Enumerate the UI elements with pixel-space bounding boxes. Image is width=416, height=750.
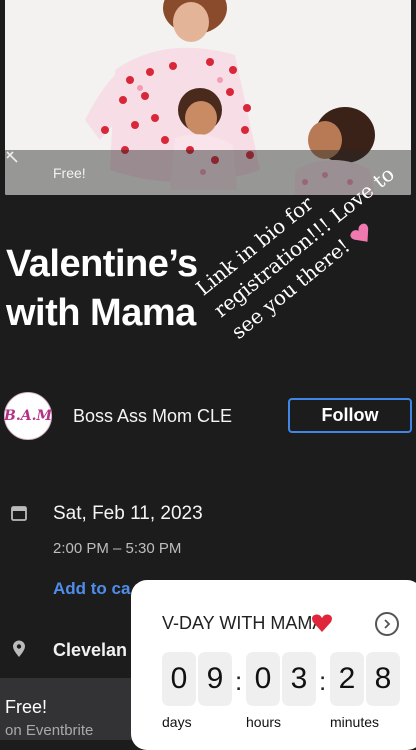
countdown-unit-days: days — [162, 714, 192, 730]
calendar-icon — [11, 505, 27, 521]
follow-button[interactable]: Follow — [288, 398, 412, 433]
price-badge-label: Free! — [53, 164, 86, 181]
event-location[interactable]: Clevelan — [53, 640, 127, 661]
event-date: Sat, Feb 11, 2023 — [53, 503, 203, 524]
countdown-sticker[interactable]: V-DAY WITH MAMA 0 9 : 0 3 : 2 8 days hou… — [131, 580, 416, 750]
countdown-digit: 2 — [330, 652, 364, 706]
countdown-unit-minutes: minutes — [330, 714, 380, 730]
countdown-unit-hours: hours — [246, 714, 282, 730]
organizer-name[interactable]: Boss Ass Mom CLE — [73, 406, 232, 427]
organizer-avatar[interactable]: B.A.M — [4, 392, 52, 440]
countdown-digit: 0 — [246, 652, 280, 706]
countdown-digit: 3 — [282, 652, 316, 706]
countdown-separator: : — [319, 666, 327, 696]
countdown-separator: : — [235, 666, 243, 696]
pin-icon — [11, 640, 27, 658]
countdown-digit: 8 — [366, 652, 400, 706]
chevron-right-icon[interactable] — [375, 612, 399, 636]
event-time: 2:00 PM – 5:30 PM — [53, 540, 182, 557]
countdown-digit: 0 — [162, 652, 196, 706]
ticket-price: Free! — [5, 697, 48, 717]
countdown-title: V-DAY WITH MAMA — [162, 613, 325, 633]
countdown-digit: 9 — [198, 652, 232, 706]
tag-icon — [6, 151, 45, 180]
heart-icon — [311, 613, 333, 633]
sparkling-heart-icon — [346, 219, 376, 248]
add-to-calendar-link[interactable]: Add to ca — [53, 579, 130, 599]
ticket-platform: on Eventbrite — [5, 722, 94, 739]
